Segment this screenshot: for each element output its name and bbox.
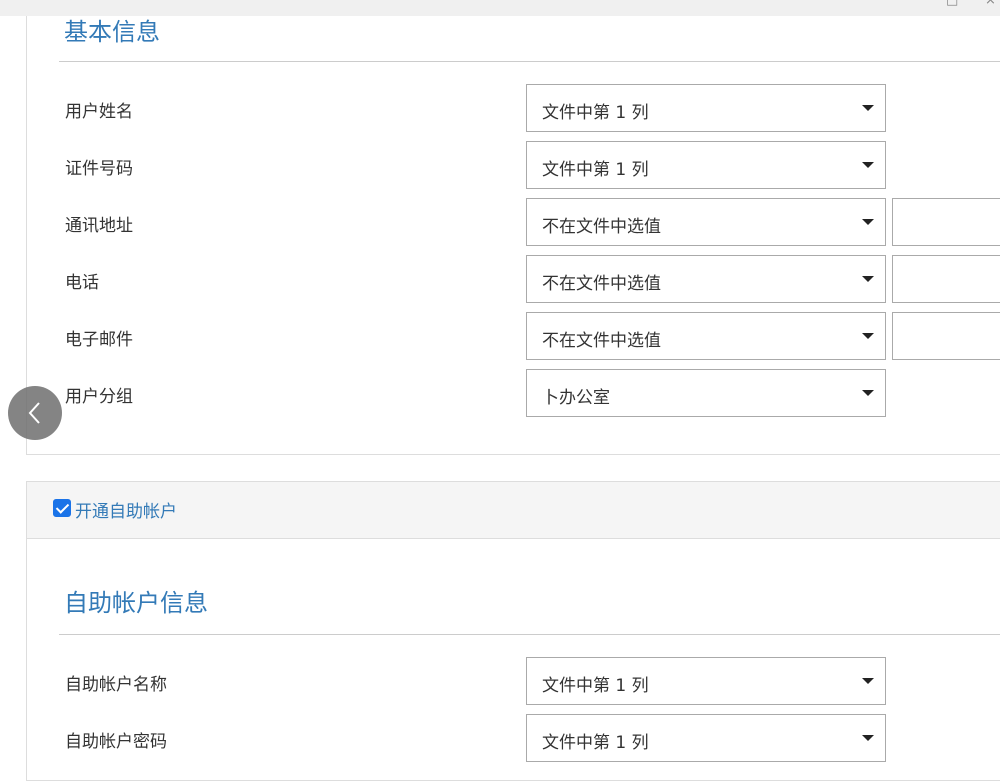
enable-self-service-checkbox[interactable]	[53, 499, 71, 517]
enable-self-service-label[interactable]: 开通自助帐户	[75, 497, 177, 522]
basic-info-title: 基本信息	[64, 18, 160, 46]
account-name-select[interactable]: 文件中第 1 列	[526, 657, 886, 705]
user-group-select[interactable]: 卜办公室	[526, 369, 886, 417]
section-divider	[59, 61, 1000, 62]
email-select[interactable]: 不在文件中选值	[526, 312, 886, 360]
select-value: 不在文件中选值	[542, 274, 661, 294]
phone-input[interactable]	[892, 255, 1000, 303]
form-row-account-password: 自助帐户密码 文件中第 1 列	[27, 714, 1000, 762]
field-label: 通讯地址	[65, 216, 133, 236]
basic-info-panel: 基本信息 用户姓名 文件中第 1 列 证件号码 文件中第 1 列 通讯地址 不在…	[26, 0, 1000, 455]
id-number-select[interactable]: 文件中第 1 列	[526, 141, 886, 189]
field-label: 自助帐户名称	[65, 675, 167, 695]
caret-down-icon	[862, 105, 874, 111]
select-value: 卜办公室	[542, 388, 610, 408]
select-value: 文件中第 1 列	[542, 160, 649, 180]
chevron-left-icon	[28, 402, 40, 424]
caret-down-icon	[862, 678, 874, 684]
field-label: 用户姓名	[65, 102, 133, 122]
form-row-user-group: 用户分组 卜办公室	[27, 369, 1000, 417]
form-row-phone: 电话 不在文件中选值	[27, 255, 1000, 303]
account-password-select[interactable]: 文件中第 1 列	[526, 714, 886, 762]
section-divider	[59, 634, 1000, 635]
select-value: 文件中第 1 列	[542, 103, 649, 123]
self-service-panel: 开通自助帐户 自助帐户信息 自助帐户名称 文件中第 1 列 自助帐户密码 文件中…	[26, 481, 1000, 781]
form-row-address: 通讯地址 不在文件中选值	[27, 198, 1000, 246]
caret-down-icon	[862, 735, 874, 741]
back-button[interactable]	[8, 386, 62, 440]
select-value: 文件中第 1 列	[542, 733, 649, 753]
caret-down-icon	[862, 276, 874, 282]
field-label: 自助帐户密码	[65, 732, 167, 752]
window-controls: □ ×	[910, 0, 1000, 9]
form-row-user-name: 用户姓名 文件中第 1 列	[27, 84, 1000, 132]
address-input[interactable]	[892, 198, 1000, 246]
caret-down-icon	[862, 219, 874, 225]
form-row-id-number: 证件号码 文件中第 1 列	[27, 141, 1000, 189]
select-value: 文件中第 1 列	[542, 676, 649, 696]
form-row-email: 电子邮件 不在文件中选值	[27, 312, 1000, 360]
address-select[interactable]: 不在文件中选值	[526, 198, 886, 246]
restore-icon[interactable]: □	[946, 0, 958, 8]
email-input[interactable]	[892, 312, 1000, 360]
phone-select[interactable]: 不在文件中选值	[526, 255, 886, 303]
field-label: 电子邮件	[65, 330, 133, 350]
select-value: 不在文件中选值	[542, 217, 661, 237]
field-label: 电话	[65, 273, 99, 293]
caret-down-icon	[862, 390, 874, 396]
window-titlebar: □ ×	[0, 0, 1000, 16]
self-service-title: 自助帐户信息	[64, 589, 208, 617]
close-icon[interactable]: ×	[985, 0, 996, 8]
caret-down-icon	[862, 162, 874, 168]
caret-down-icon	[862, 333, 874, 339]
user-name-select[interactable]: 文件中第 1 列	[526, 84, 886, 132]
self-service-header: 开通自助帐户	[27, 482, 1000, 539]
select-value: 不在文件中选值	[542, 331, 661, 351]
field-label: 证件号码	[65, 159, 133, 179]
form-row-account-name: 自助帐户名称 文件中第 1 列	[27, 657, 1000, 705]
field-label: 用户分组	[65, 387, 133, 407]
